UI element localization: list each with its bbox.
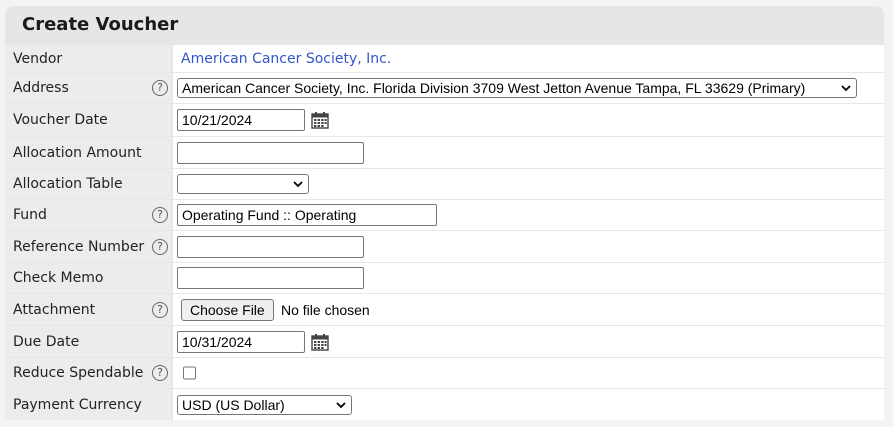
voucher-date-input[interactable]: 10/21/2024	[177, 109, 305, 131]
reference-number-label: Reference Number	[13, 238, 145, 255]
row-allocation-amount: Allocation Amount	[5, 137, 884, 168]
allocation-table-label: Allocation Table	[13, 176, 123, 192]
help-icon[interactable]: ?	[152, 207, 168, 223]
reduce-spendable-label: Reduce Spendable	[13, 365, 144, 381]
row-reduce-spendable: Reduce Spendable ?	[5, 358, 884, 388]
address-select[interactable]: American Cancer Society, Inc. Florida Di…	[177, 78, 857, 98]
vendor-label: Vendor	[13, 50, 63, 67]
page-title: Create Voucher	[22, 14, 179, 35]
fund-input[interactable]: Operating Fund :: Operating	[177, 204, 437, 226]
check-memo-input[interactable]	[177, 267, 364, 289]
allocation-amount-label: Allocation Amount	[13, 144, 142, 161]
due-date-input[interactable]: 10/31/2024	[177, 330, 305, 353]
reference-number-input[interactable]	[177, 235, 364, 258]
due-date-label: Due Date	[13, 333, 80, 350]
attachment-label: Attachment	[13, 301, 96, 318]
calendar-icon[interactable]	[311, 333, 329, 351]
help-icon[interactable]: ?	[152, 365, 168, 381]
payment-currency-label: Payment Currency	[13, 396, 142, 413]
choose-file-button[interactable]: Choose File	[181, 298, 274, 321]
check-memo-label: Check Memo	[13, 270, 104, 286]
chevron-down-icon	[293, 181, 303, 188]
row-attachment: Attachment ? Choose File No file chosen	[5, 294, 884, 325]
row-reference-number: Reference Number ?	[5, 231, 884, 262]
row-address: Address ? American Cancer Society, Inc. …	[5, 73, 884, 103]
help-icon[interactable]: ?	[152, 238, 168, 255]
reduce-spendable-checkbox[interactable]	[183, 366, 196, 380]
file-status: No file chosen	[281, 301, 370, 318]
help-icon[interactable]: ?	[152, 301, 168, 318]
row-due-date: Due Date 10/31/2024	[5, 326, 884, 357]
allocation-amount-input[interactable]	[177, 141, 364, 164]
row-fund: Fund ? Operating Fund :: Operating	[5, 200, 884, 230]
row-voucher-date: Voucher Date 10/21/2024	[5, 104, 884, 136]
row-check-memo: Check Memo	[5, 263, 884, 293]
payment-currency-select[interactable]: USD (US Dollar)	[177, 394, 352, 415]
voucher-date-label: Voucher Date	[13, 112, 108, 128]
allocation-table-select[interactable]	[177, 174, 309, 194]
row-allocation-table: Allocation Table	[5, 169, 884, 199]
row-payment-currency: Payment Currency USD (US Dollar)	[5, 389, 884, 420]
help-icon[interactable]: ?	[152, 80, 168, 96]
chevron-down-icon	[841, 85, 851, 92]
address-label: Address	[13, 80, 69, 96]
calendar-icon[interactable]	[311, 111, 329, 129]
fund-label: Fund	[13, 207, 47, 223]
vendor-link[interactable]: American Cancer Society, Inc.	[181, 51, 391, 67]
chevron-down-icon	[336, 401, 346, 408]
row-vendor: Vendor American Cancer Society, Inc.	[5, 45, 884, 72]
